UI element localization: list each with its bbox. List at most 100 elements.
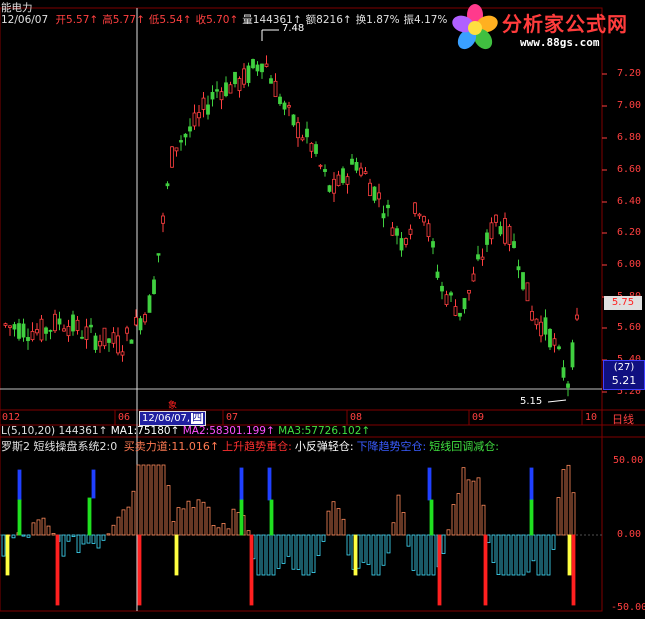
- candle-body: [399, 238, 404, 251]
- indicator-bar-negative: [76, 534, 81, 554]
- candle-body: [287, 105, 291, 108]
- candle-body: [390, 227, 395, 236]
- quote-field: 开5.57↑: [55, 14, 99, 26]
- indicator-bar-positive: [331, 501, 336, 536]
- quote-field: 额8216↑: [305, 14, 352, 26]
- indicator-bar-positive: [336, 508, 341, 536]
- candle-body: [498, 226, 503, 235]
- indicator-title: 罗斯2 短线操盘系统2:0: [1, 440, 118, 453]
- signal-bar-green: [269, 499, 274, 536]
- indicator-bar-negative: [486, 534, 491, 543]
- logo-url: www.88gs.com: [520, 36, 600, 49]
- candle-body: [269, 78, 273, 84]
- candle-body: [471, 273, 476, 282]
- price-axis-label: 6.80: [617, 132, 642, 143]
- candle-body: [449, 292, 453, 296]
- indicator-bar-positive: [216, 527, 221, 536]
- candle-body: [341, 168, 345, 183]
- indicator-bar-positive: [116, 516, 121, 536]
- cursor-price: 5.21: [611, 374, 637, 387]
- candle-body: [422, 216, 426, 223]
- indicator-bar-negative: [321, 534, 326, 542]
- ma3-arrow: ↑: [361, 425, 371, 437]
- cursor-date: 12/06/07,: [142, 413, 191, 424]
- indicator-bar-negative: [281, 534, 286, 564]
- indicator-legend: 罗斯2 短线操盘系统2:0 买卖力道:11.016↑ 上升趋势重仓: 小反弹轻仓: 下…: [1, 438, 499, 454]
- candle-body: [255, 64, 260, 72]
- candle-body: [93, 335, 98, 350]
- date-axis-label: 012: [2, 412, 21, 423]
- candle-body: [489, 222, 494, 240]
- indicator-bar-negative: [546, 534, 551, 576]
- indicator-bar-negative: [521, 534, 526, 576]
- quote-field: 低5.54↑: [148, 14, 192, 26]
- date-axis-label: 06: [118, 412, 131, 423]
- candle-body: [386, 204, 390, 209]
- indicator-bar-negative: [311, 534, 316, 573]
- candle-body: [363, 171, 368, 174]
- quote-field: 振4.17%: [403, 14, 448, 26]
- price-axis-label: 7.00: [617, 100, 642, 111]
- indicator-bar-negative: [81, 534, 86, 545]
- indicator-bar-negative: [306, 534, 311, 576]
- indicator-bar-positive: [326, 510, 331, 536]
- price-axis-label: 5.60: [617, 322, 642, 333]
- cursor-weekday: 四: [191, 413, 204, 424]
- indicator-bar-negative: [261, 534, 266, 576]
- candle-body: [242, 68, 246, 85]
- signal-bar-red: [483, 534, 488, 606]
- indicator-bar-positive: [566, 464, 571, 536]
- candle-body: [440, 285, 444, 292]
- indicator-bar-negative: [531, 534, 536, 562]
- indicator-bar-negative: [1, 534, 6, 557]
- event-marker: 象: [168, 401, 178, 411]
- indicator-bar-negative: [536, 534, 541, 576]
- candle-body: [84, 326, 89, 340]
- candle-body: [305, 128, 309, 138]
- candle-body: [89, 324, 93, 328]
- indicator-bar-negative: [271, 534, 276, 576]
- site-logo[interactable]: 分析家公式网 www.88gs.com: [448, 2, 644, 54]
- indicator-bar-positive: [476, 477, 481, 536]
- indicator-bar-negative: [361, 534, 366, 563]
- indicator-bar-positive: [176, 507, 181, 536]
- candle-body: [66, 325, 71, 337]
- indicator-bar-positive: [171, 521, 176, 536]
- indicator-bar-negative: [431, 534, 436, 576]
- indicator-bar-positive: [446, 529, 451, 536]
- indicator-legend-item: 买卖力道:11.016↑: [123, 440, 220, 453]
- candle-body: [431, 241, 435, 248]
- indicator-bar-positive: [181, 508, 186, 536]
- indicator-bar-negative: [316, 534, 321, 556]
- candle-body: [548, 328, 552, 348]
- indicator-bar-positive: [36, 519, 41, 536]
- candle-body: [467, 289, 471, 294]
- candle-body: [53, 313, 57, 332]
- candle-body: [426, 223, 431, 237]
- candle-body: [408, 228, 413, 235]
- quote-field: 收5.70↑: [195, 14, 239, 26]
- indicator-bar-negative: [496, 534, 501, 575]
- candle-body: [530, 311, 534, 321]
- cursor-price-box: (27) 5.21: [603, 360, 645, 390]
- candle-body: [165, 183, 170, 187]
- chart-canvas[interactable]: [0, 0, 645, 619]
- price-axis-label: 6.20: [617, 227, 642, 238]
- indicator-bar-negative: [411, 534, 416, 571]
- ma1-arrow: ↑: [170, 425, 180, 437]
- indicator-bar-positive: [401, 512, 406, 536]
- cursor-counter: (27): [613, 362, 635, 373]
- period-tab[interactable]: 日线: [612, 411, 634, 427]
- candle-body: [413, 202, 417, 214]
- candle-body: [30, 331, 35, 341]
- indicator-bar-negative: [21, 534, 26, 537]
- indicator-bar-negative: [286, 534, 291, 557]
- indicator-bar-negative: [501, 534, 506, 576]
- indicator-bar-negative: [386, 534, 391, 554]
- cursor-date-box: 12/06/07, 四: [139, 411, 207, 426]
- signal-bar-red: [137, 534, 142, 606]
- candle-body: [219, 91, 224, 101]
- candle-body: [75, 319, 80, 331]
- indicator-bar-positive: [201, 501, 206, 536]
- candle-body: [557, 346, 561, 350]
